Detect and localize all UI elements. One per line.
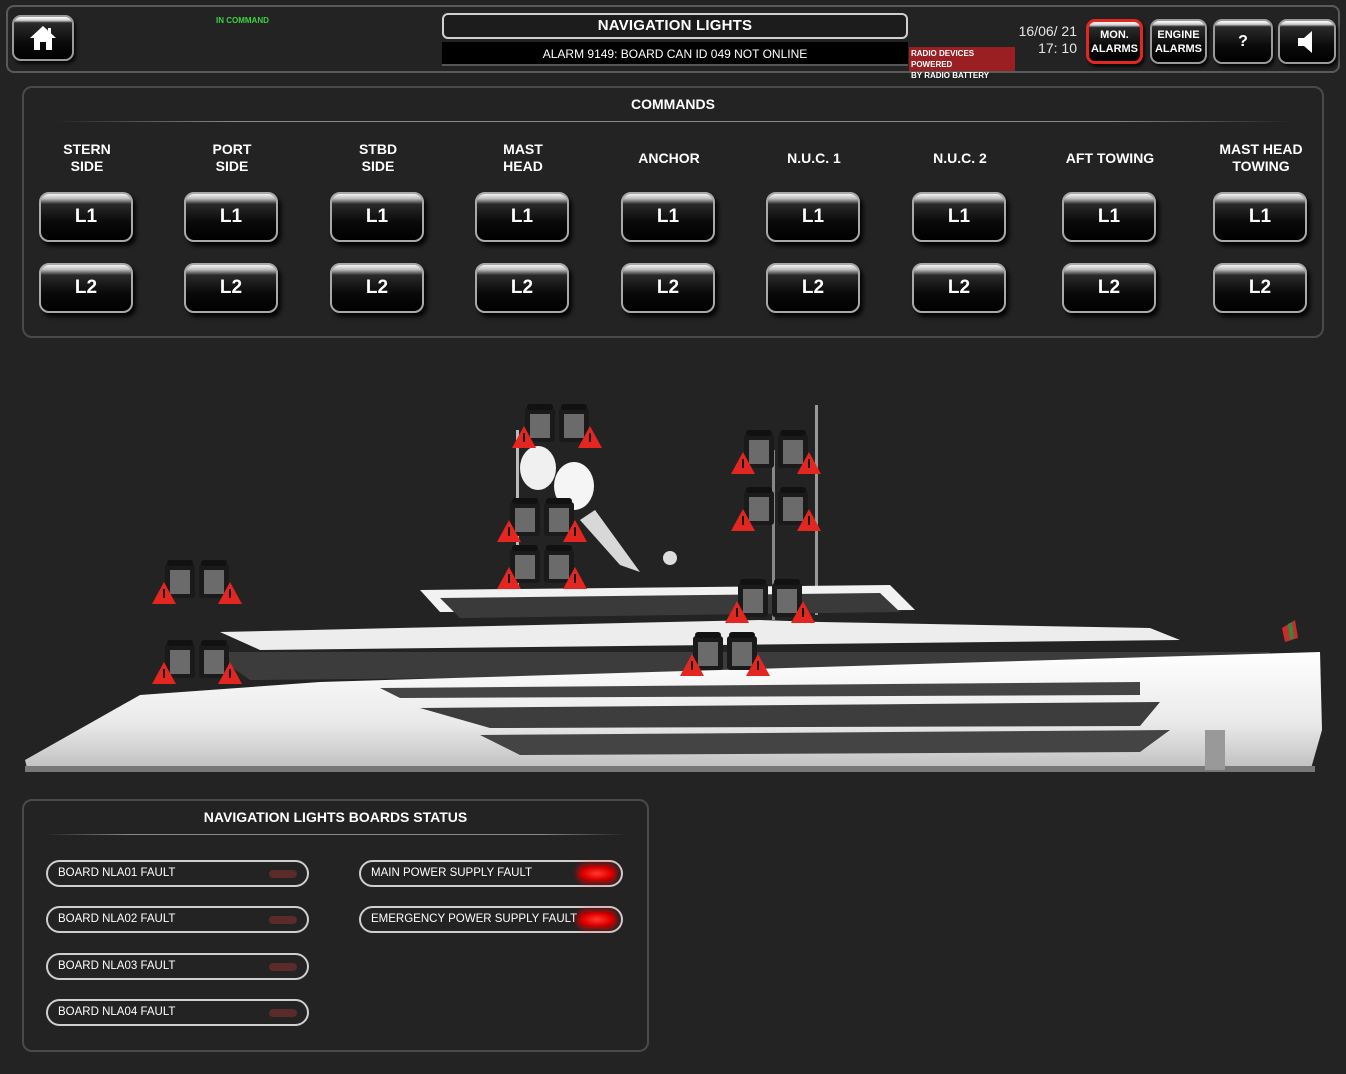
fault-label: EMERGENCY POWER SUPPLY FAULT (371, 913, 578, 925)
command-label-text: AFT TOWING (1065, 149, 1155, 166)
fault-led (269, 1009, 297, 1017)
board-nla02-fault-indicator: BOARD NLA02 FAULT (46, 906, 309, 933)
anchor-l1-button[interactable]: L1 (621, 192, 715, 242)
command-label: N.U.C. 1 (749, 138, 879, 178)
command-column-nuc-1: N.U.C. 1 L1 L2 (749, 138, 879, 313)
command-column-stbd-side: STBD SIDE L1 L2 (313, 138, 443, 313)
fault-label: BOARD NLA03 FAULT (58, 960, 176, 972)
boards-status-title: NAVIGATION LIGHTS BOARDS STATUS (203, 809, 468, 825)
boards-status-panel: NAVIGATION LIGHTS BOARDS STATUS BOARD NL… (22, 799, 649, 1052)
light-unit (512, 404, 602, 448)
anchor-l2-button[interactable]: L2 (621, 263, 715, 313)
divider (44, 834, 627, 835)
commands-panel: COMMANDS STERN SIDE L1 L2 PORT SIDE L1 L… (22, 86, 1324, 338)
engine-alarms-line1: ENGINE (1157, 28, 1200, 41)
sound-button[interactable] (1278, 19, 1336, 64)
command-label: PORT SIDE (167, 138, 297, 178)
light-unit (152, 640, 242, 684)
board-nla04-fault-indicator: BOARD NLA04 FAULT (46, 999, 309, 1026)
command-label: ANCHOR (604, 138, 734, 178)
aft-towing-l2-button[interactable]: L2 (1062, 263, 1156, 313)
fault-led (579, 866, 615, 881)
command-label: STBD SIDE (313, 138, 443, 178)
light-unit (497, 545, 587, 589)
fault-led (269, 870, 297, 878)
board-nla01-fault-indicator: BOARD NLA01 FAULT (46, 860, 309, 887)
commands-title: COMMANDS (631, 96, 715, 112)
command-status: IN COMMAND (216, 16, 269, 25)
command-label-text: ANCHOR (638, 149, 700, 166)
command-column-aft-towing: AFT TOWING L1 L2 (1045, 138, 1175, 313)
stern-side-l1-button[interactable]: L1 (39, 192, 133, 242)
help-button[interactable]: ? (1213, 19, 1273, 64)
engine-alarms-button[interactable]: ENGINE ALARMS (1150, 19, 1207, 64)
command-column-mast-head: MAST HEAD L1 L2 (458, 138, 588, 313)
home-button[interactable] (12, 15, 74, 61)
command-label: STERN SIDE (22, 138, 152, 178)
command-label: MAST HEAD TOWING (1196, 138, 1326, 178)
mast-head-towing-l2-button[interactable]: L2 (1213, 263, 1307, 313)
command-label-text: PORT SIDE (212, 141, 252, 174)
stern-side-l2-button[interactable]: L2 (39, 263, 133, 313)
home-icon (30, 26, 56, 50)
light-unit (152, 560, 242, 604)
page-title: NAVIGATION LIGHTS (442, 13, 908, 39)
light-unit (731, 487, 821, 531)
fault-label: BOARD NLA02 FAULT (58, 913, 176, 925)
command-label: AFT TOWING (1045, 138, 1175, 178)
mon-alarms-button[interactable]: MON. ALARMS (1086, 19, 1143, 64)
command-label-text: STBD SIDE (358, 141, 398, 174)
yacht-diagram (25, 404, 1322, 772)
port-side-l1-button[interactable]: L1 (184, 192, 278, 242)
nuc-1-l1-button[interactable]: L1 (766, 192, 860, 242)
command-label-text: N.U.C. 1 (787, 149, 841, 166)
main-power-supply-fault-indicator: MAIN POWER SUPPLY FAULT (359, 860, 623, 887)
engine-alarms-line2: ALARMS (1154, 42, 1203, 55)
datetime: 16/06/ 21 17: 10 (1011, 23, 1077, 57)
command-column-anchor: ANCHOR L1 L2 (604, 138, 734, 313)
mast-head-towing-l1-button[interactable]: L1 (1213, 192, 1307, 242)
light-unit (731, 430, 821, 474)
fault-led (269, 916, 297, 924)
nuc-1-l2-button[interactable]: L2 (766, 263, 860, 313)
port-side-l2-button[interactable]: L2 (184, 263, 278, 313)
nuc-2-l2-button[interactable]: L2 (912, 263, 1006, 313)
radio-notice-line1: RADIO DEVICES POWERED (911, 49, 975, 69)
mon-alarms-line1: MON. (1100, 28, 1129, 41)
command-column-stern-side: STERN SIDE L1 L2 (22, 138, 152, 313)
stbd-side-l2-button[interactable]: L2 (330, 263, 424, 313)
emergency-power-supply-fault-indicator: EMERGENCY POWER SUPPLY FAULT (359, 906, 623, 933)
mast-head-l1-button[interactable]: L1 (475, 192, 569, 242)
speaker-icon (1298, 30, 1312, 53)
command-column-mast-head-towing: MAST HEAD TOWING L1 L2 (1196, 138, 1326, 313)
fault-label: MAIN POWER SUPPLY FAULT (371, 867, 533, 879)
mast-head-l2-button[interactable]: L2 (475, 263, 569, 313)
command-label: MAST HEAD (458, 138, 588, 178)
radio-battery-notice: RADIO DEVICES POWERED BY RADIO BATTERY (909, 47, 1015, 80)
divider (54, 121, 1292, 122)
command-column-port-side: PORT SIDE L1 L2 (167, 138, 297, 313)
fault-led (269, 963, 297, 971)
alarm-banner[interactable]: ALARM 9149: BOARD CAN ID 049 NOT ONLINE (442, 42, 908, 66)
command-label-text: N.U.C. 2 (933, 149, 987, 166)
command-label-text: MAST HEAD TOWING (1219, 141, 1303, 174)
fault-label: BOARD NLA01 FAULT (58, 867, 176, 879)
aft-towing-l1-button[interactable]: L1 (1062, 192, 1156, 242)
radio-notice-line2: BY RADIO BATTERY (911, 71, 990, 80)
command-label-text: MAST HEAD (503, 141, 543, 174)
command-label: N.U.C. 2 (895, 138, 1025, 178)
date-text: 16/06/ 21 (1018, 23, 1077, 39)
fault-label: BOARD NLA04 FAULT (58, 1006, 176, 1018)
light-unit (497, 498, 587, 542)
mon-alarms-line2: ALARMS (1090, 42, 1139, 55)
command-label-text: STERN SIDE (63, 141, 111, 174)
board-nla03-fault-indicator: BOARD NLA03 FAULT (46, 953, 309, 980)
fault-led (579, 912, 615, 927)
time-text: 17: 10 (1038, 40, 1077, 56)
top-bar: IN COMMAND NAVIGATION LIGHTS ALARM 9149:… (6, 5, 1340, 80)
stbd-side-l1-button[interactable]: L1 (330, 192, 424, 242)
command-column-nuc-2: N.U.C. 2 L1 L2 (895, 138, 1025, 313)
nuc-2-l1-button[interactable]: L1 (912, 192, 1006, 242)
